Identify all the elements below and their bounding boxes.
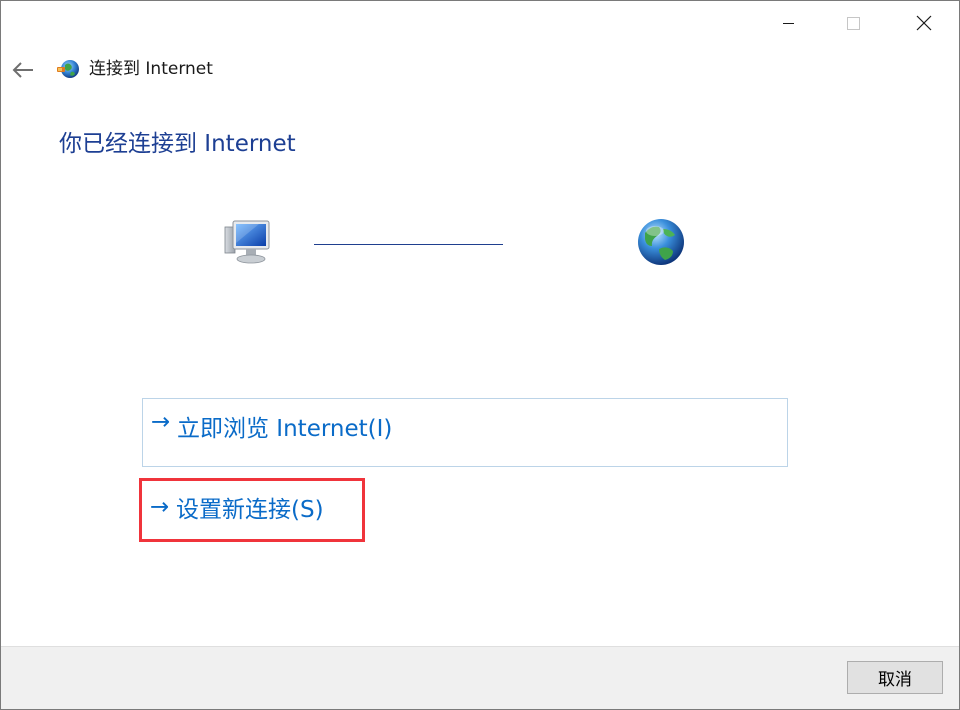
globe-icon — [633, 215, 689, 271]
minimize-icon — [782, 22, 794, 24]
setup-new-connection-label: 设置新连接(S) — [176, 497, 324, 523]
setup-new-connection-link[interactable]: → 设置新连接(S) — [139, 478, 365, 542]
back-arrow-icon — [12, 62, 33, 78]
network-globe-icon — [55, 56, 81, 82]
arrow-right-icon: → — [150, 494, 170, 520]
connect-internet-window: 连接到 Internet 你已经连接到 Internet → 立即浏览 Inte… — [0, 0, 960, 710]
cancel-button[interactable]: 取消 — [847, 661, 943, 694]
maximize-icon — [846, 16, 860, 30]
close-icon — [916, 15, 932, 31]
close-button[interactable] — [901, 1, 947, 45]
browse-internet-label: 立即浏览 Internet(I) — [177, 416, 393, 442]
computer-icon — [219, 215, 275, 267]
connection-line — [314, 244, 503, 245]
browse-internet-link[interactable]: → 立即浏览 Internet(I) — [142, 398, 788, 467]
page-heading: 你已经连接到 Internet — [59, 131, 296, 157]
arrow-right-icon: → — [151, 409, 171, 435]
dialog-footer: 取消 — [1, 646, 959, 709]
minimize-button[interactable] — [765, 1, 811, 45]
maximize-button[interactable] — [830, 1, 876, 45]
window-title: 连接到 Internet — [89, 59, 213, 79]
back-button[interactable] — [9, 56, 37, 84]
